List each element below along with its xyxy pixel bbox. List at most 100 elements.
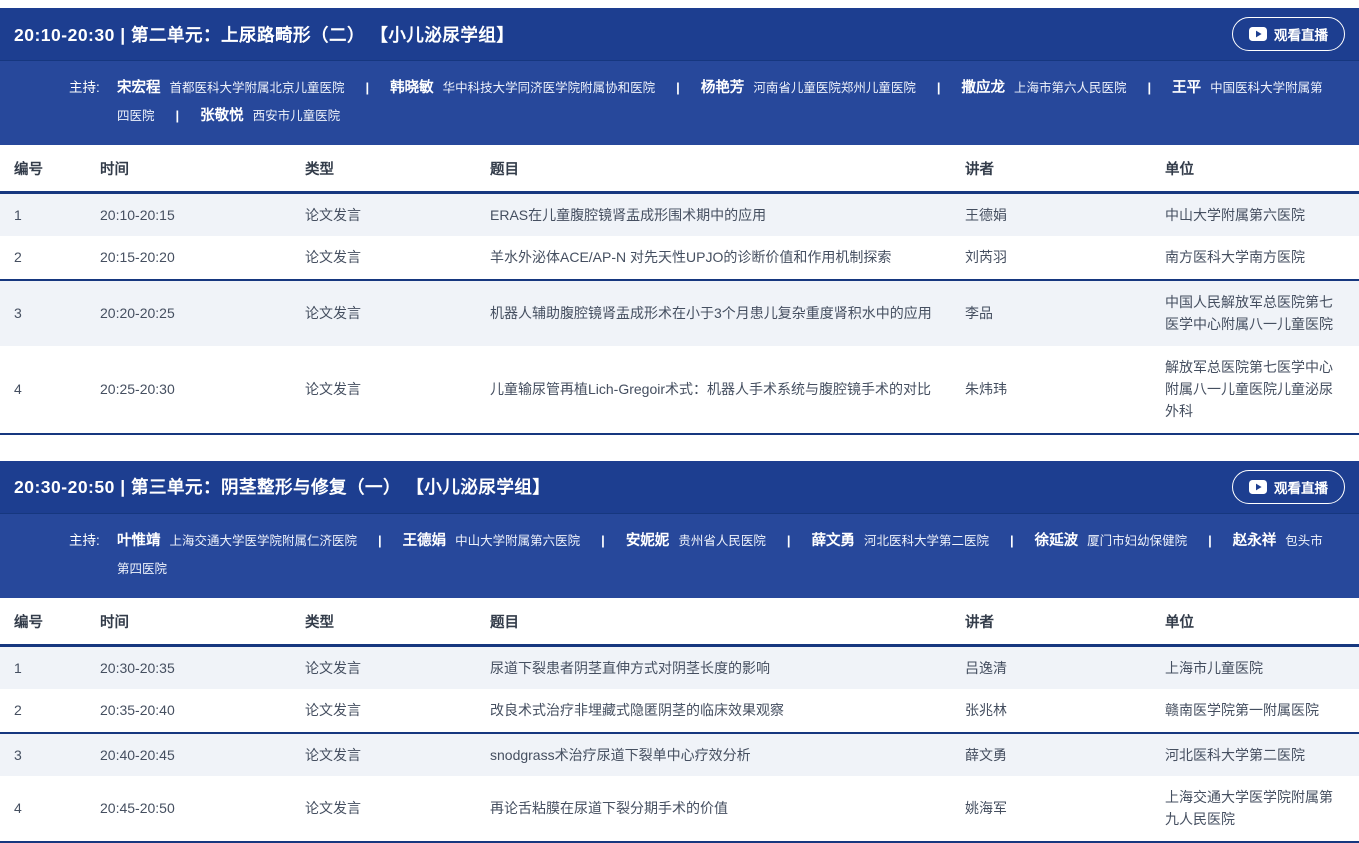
moderator-name: 叶惟靖 — [117, 533, 161, 549]
table-row: 1 20:30-20:35 论文发言 尿道下裂患者阴茎直伸方式对阴茎长度的影响 … — [0, 645, 1359, 689]
cell-time: 20:30-20:35 — [92, 645, 297, 689]
cell-speaker: 姚海军 — [957, 776, 1157, 842]
table-row: 4 20:25-20:30 论文发言 儿童输尿管再植Lich-Gregoir术式… — [0, 346, 1359, 434]
cell-type: 论文发言 — [297, 193, 482, 237]
session-header-bar: 20:30-20:50 | 第三单元：阴茎整形与修复（一） 【小儿泌尿学组】 观… — [0, 461, 1359, 513]
cell-org: 解放军总医院第七医学中心附属八一儿童医院儿童泌尿外科 — [1157, 346, 1359, 434]
table-row: 2 20:35-20:40 论文发言 改良术式治疗非埋藏式隐匿阴茎的临床效果观察… — [0, 689, 1359, 732]
moderator-separator: | — [937, 80, 941, 95]
moderator-separator: | — [1147, 80, 1151, 95]
moderator-name: 徐延波 — [1035, 533, 1079, 549]
cell-title: 尿道下裂患者阴茎直伸方式对阴茎长度的影响 — [482, 645, 957, 689]
play-icon — [1249, 480, 1267, 494]
moderators-label: 主持: — [69, 74, 117, 130]
moderator-name: 赵永祥 — [1233, 533, 1277, 549]
cell-title: 机器人辅助腹腔镜肾盂成形术在小于3个月患儿复杂重度肾积水中的应用 — [482, 280, 957, 346]
moderator: 徐延波厦门市妇幼保健院 — [1035, 532, 1188, 549]
moderator-separator: | — [366, 80, 370, 95]
moderator-separator: | — [601, 533, 605, 548]
session-title: 20:30-20:50 | 第三单元：阴茎整形与修复（一） 【小儿泌尿学组】 — [14, 474, 550, 499]
watch-live-label: 观看直播 — [1274, 24, 1328, 44]
cell-speaker: 李品 — [957, 280, 1157, 346]
cell-no: 3 — [0, 733, 92, 776]
moderator: 韩晓敏华中科技大学同济医学院附属协和医院 — [390, 79, 655, 96]
table-header-row: 编号 时间 类型 题目 讲者 单位 — [0, 145, 1359, 193]
col-header-type: 类型 — [297, 145, 482, 193]
table-row: 4 20:45-20:50 论文发言 再论舌粘膜在尿道下裂分期手术的价值 姚海军… — [0, 776, 1359, 842]
col-header-title: 题目 — [482, 145, 957, 193]
cell-type: 论文发言 — [297, 346, 482, 434]
moderators-list: 叶惟靖上海交通大学医学院附属仁济医院 | 王德娟中山大学附属第六医院 | 安妮妮贵州省人… — [117, 527, 1329, 583]
cell-title: snodgrass术治疗尿道下裂单中心疗效分析 — [482, 733, 957, 776]
moderator-affiliation: 上海交通大学医学院附属仁济医院 — [170, 534, 358, 548]
moderator-name: 宋宏程 — [117, 80, 161, 96]
cell-no: 2 — [0, 689, 92, 732]
cell-org: 中山大学附属第六医院 — [1157, 193, 1359, 237]
cell-no: 4 — [0, 346, 92, 434]
moderator: 宋宏程首都医科大学附属北京儿童医院 — [117, 79, 345, 96]
cell-type: 论文发言 — [297, 280, 482, 346]
cell-title: ERAS在儿童腹腔镜肾盂成形围术期中的应用 — [482, 193, 957, 237]
session-title: 20:10-20:30 | 第二单元：上尿路畸形（二） 【小儿泌尿学组】 — [14, 22, 514, 47]
moderator-name: 张敬悦 — [200, 108, 244, 124]
col-header-time: 时间 — [92, 145, 297, 193]
moderator-separator: | — [676, 80, 680, 95]
table-row: 3 20:40-20:45 论文发言 snodgrass术治疗尿道下裂单中心疗效… — [0, 733, 1359, 776]
cell-org: 上海交通大学医学院附属第九人民医院 — [1157, 776, 1359, 842]
cell-org: 南方医科大学南方医院 — [1157, 236, 1359, 279]
table-row: 2 20:15-20:20 论文发言 羊水外泌体ACE/AP-N 对先天性UPJ… — [0, 236, 1359, 279]
moderator: 叶惟靖上海交通大学医学院附属仁济医院 — [117, 532, 357, 549]
session-header-bar: 20:10-20:30 | 第二单元：上尿路畸形（二） 【小儿泌尿学组】 观看直… — [0, 8, 1359, 60]
moderator-name: 薛文勇 — [811, 533, 855, 549]
moderator-affiliation: 厦门市妇幼保健院 — [1087, 534, 1187, 548]
cell-no: 2 — [0, 236, 92, 279]
watch-live-button[interactable]: 观看直播 — [1232, 470, 1345, 504]
moderator-separator: | — [787, 533, 791, 548]
cell-title: 羊水外泌体ACE/AP-N 对先天性UPJO的诊断价值和作用机制探索 — [482, 236, 957, 279]
moderator-affiliation: 华中科技大学同济医学院附属协和医院 — [443, 81, 656, 95]
cell-no: 4 — [0, 776, 92, 842]
cell-speaker: 张兆林 — [957, 689, 1157, 732]
moderator: 撒应龙上海市第六人民医院 — [961, 79, 1126, 96]
moderator-name: 王德娟 — [403, 533, 447, 549]
table-row: 3 20:20-20:25 论文发言 机器人辅助腹腔镜肾盂成形术在小于3个月患儿… — [0, 280, 1359, 346]
cell-speaker: 朱炜玮 — [957, 346, 1157, 434]
cell-no: 1 — [0, 193, 92, 237]
moderator-name: 杨艳芳 — [701, 80, 745, 96]
col-header-speaker: 讲者 — [957, 145, 1157, 193]
table-row: 1 20:10-20:15 论文发言 ERAS在儿童腹腔镜肾盂成形围术期中的应用… — [0, 193, 1359, 237]
cell-no: 1 — [0, 645, 92, 689]
col-header-time: 时间 — [92, 598, 297, 646]
cell-speaker: 王德娟 — [957, 193, 1157, 237]
cell-type: 论文发言 — [297, 776, 482, 842]
col-header-speaker: 讲者 — [957, 598, 1157, 646]
moderator-affiliation: 首都医科大学附属北京儿童医院 — [170, 81, 345, 95]
session-section: 20:10-20:30 | 第二单元：上尿路畸形（二） 【小儿泌尿学组】 观看直… — [0, 8, 1359, 435]
cell-speaker: 薛文勇 — [957, 733, 1157, 776]
moderator-separator: | — [378, 533, 382, 548]
cell-time: 20:10-20:15 — [92, 193, 297, 237]
cell-time: 20:25-20:30 — [92, 346, 297, 434]
watch-live-button[interactable]: 观看直播 — [1232, 17, 1345, 51]
watch-live-label: 观看直播 — [1274, 477, 1328, 497]
cell-time: 20:40-20:45 — [92, 733, 297, 776]
col-header-org: 单位 — [1157, 598, 1359, 646]
moderator: 张敬悦西安市儿童医院 — [200, 107, 340, 124]
moderator-name: 韩晓敏 — [390, 80, 434, 96]
moderator-affiliation: 中山大学附属第六医院 — [455, 534, 580, 548]
moderator: 安妮妮贵州省人民医院 — [626, 532, 766, 549]
moderator: 王德娟中山大学附属第六医院 — [403, 532, 581, 549]
moderators-bar: 主持: 宋宏程首都医科大学附属北京儿童医院 | 韩晓敏华中科技大学同济医学院附属协和… — [0, 60, 1359, 145]
moderator: 薛文勇河北医科大学第二医院 — [811, 532, 989, 549]
cell-type: 论文发言 — [297, 733, 482, 776]
moderators-label: 主持: — [69, 527, 117, 583]
moderator-name: 安妮妮 — [626, 533, 670, 549]
col-header-title: 题目 — [482, 598, 957, 646]
session-section: 20:30-20:50 | 第三单元：阴茎整形与修复（一） 【小儿泌尿学组】 观… — [0, 461, 1359, 843]
moderator-name: 王平 — [1172, 80, 1201, 96]
moderator-affiliation: 河南省儿童医院郑州儿童医院 — [753, 81, 916, 95]
cell-title: 再论舌粘膜在尿道下裂分期手术的价值 — [482, 776, 957, 842]
moderator-affiliation: 贵州省人民医院 — [678, 534, 766, 548]
play-icon — [1249, 27, 1267, 41]
cell-type: 论文发言 — [297, 236, 482, 279]
